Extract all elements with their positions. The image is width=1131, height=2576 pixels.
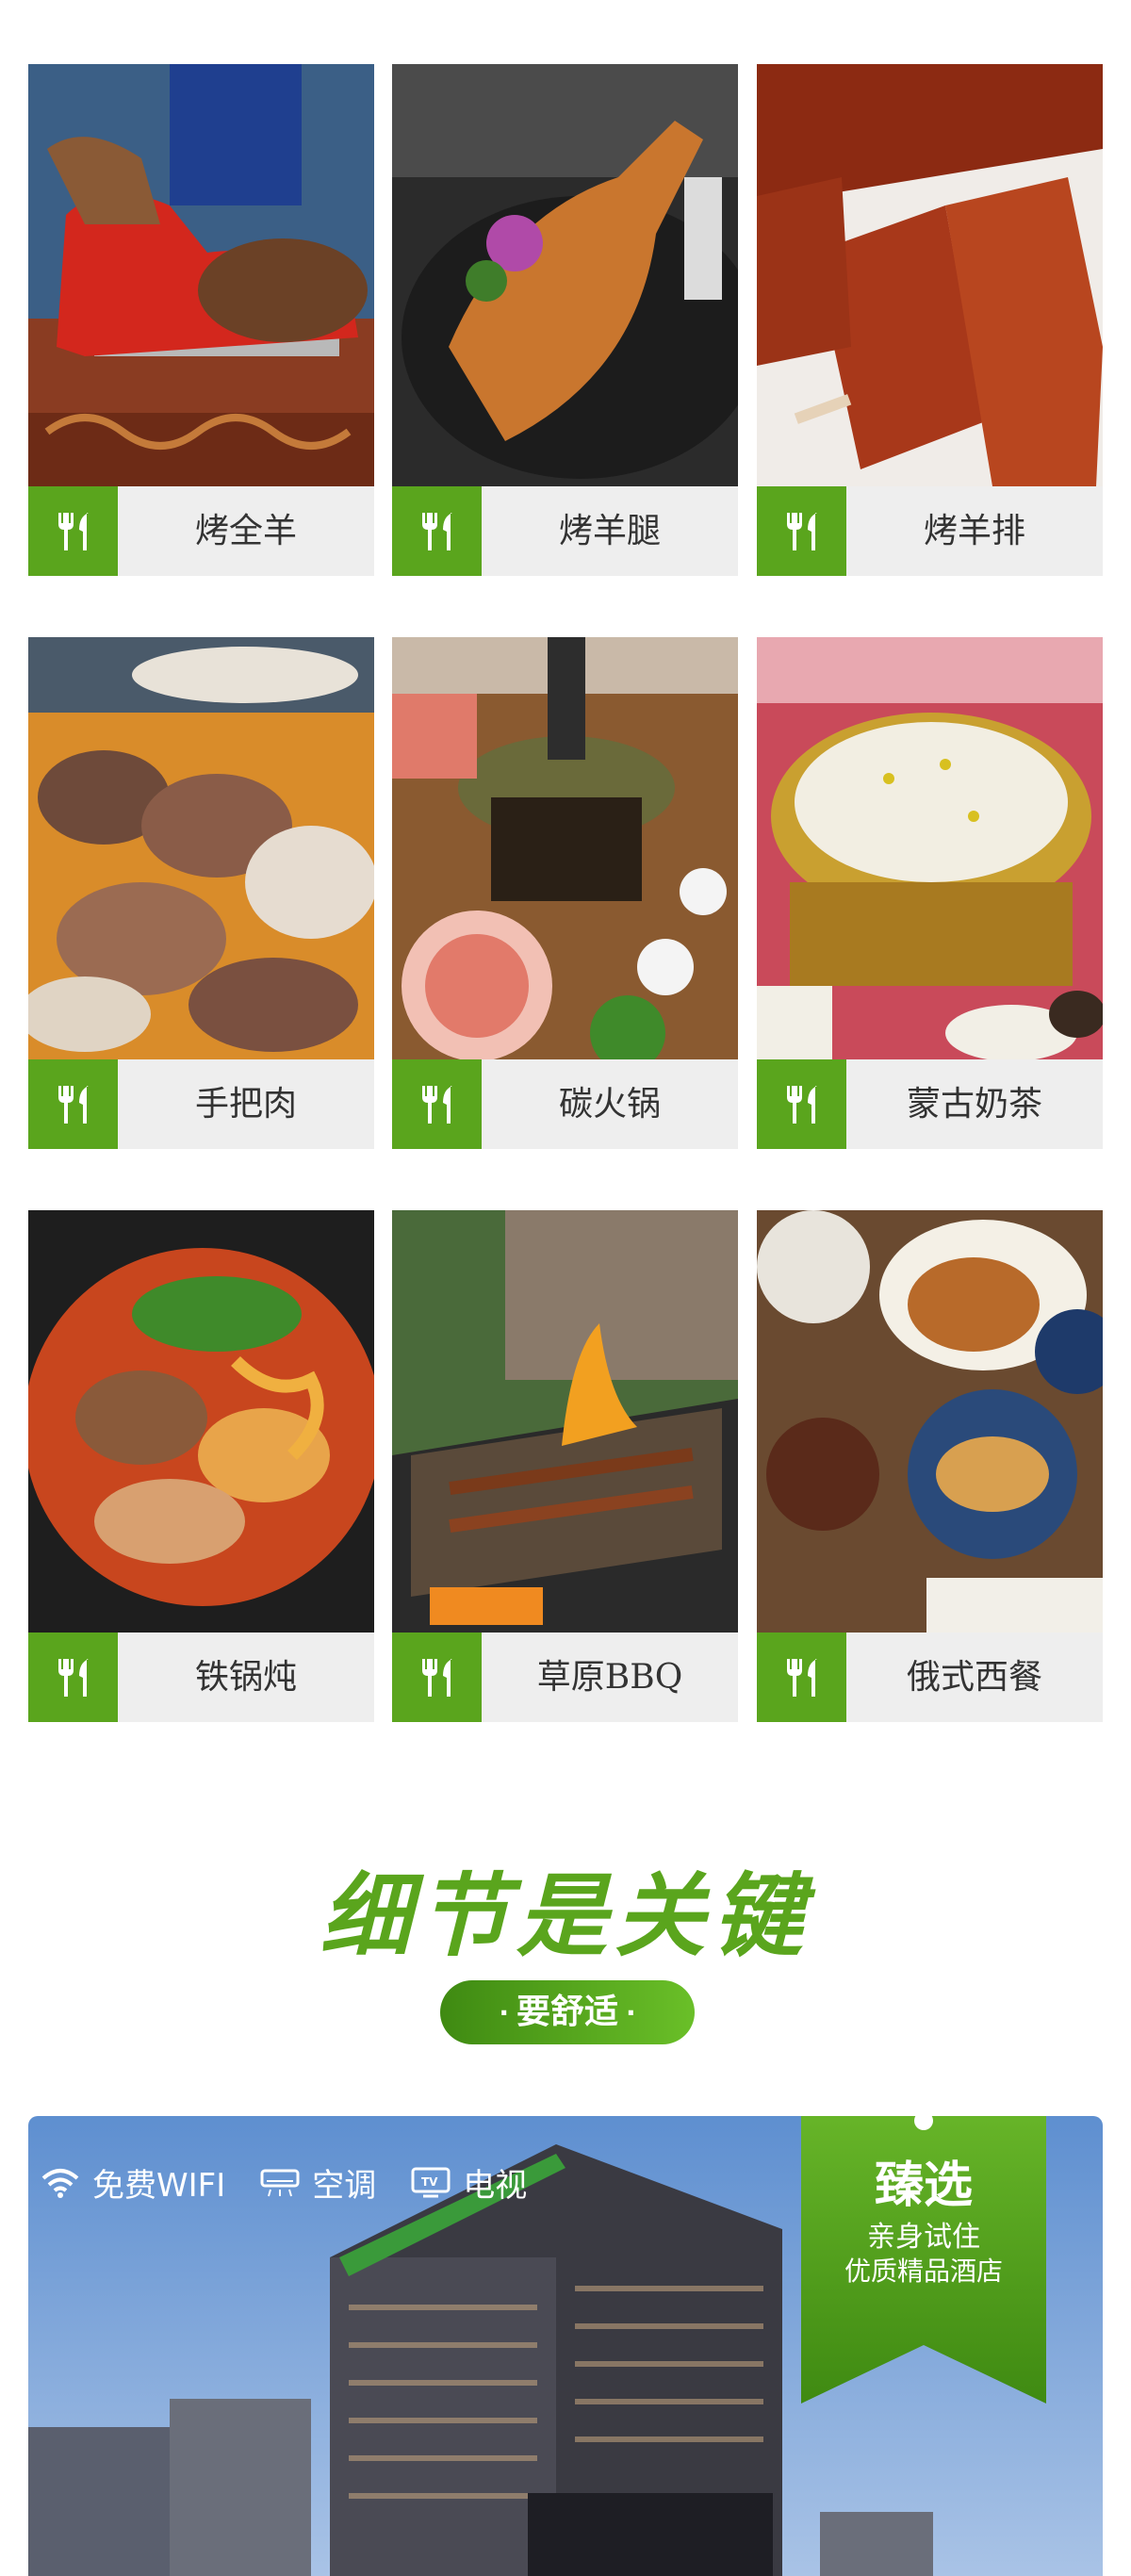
- food-photo: [28, 637, 374, 1059]
- food-name: 俄式西餐: [906, 1658, 1042, 1697]
- pill-dot-right: ·: [626, 1997, 636, 2028]
- amenity-wifi: 免费WIFI: [40, 2159, 225, 2206]
- badge-line1: 亲身试住: [867, 2221, 980, 2254]
- food-name: 草原BBQ: [536, 1658, 683, 1697]
- svg-text:TV: TV: [421, 2175, 438, 2189]
- food-name: 铁锅炖: [194, 1658, 297, 1697]
- badge-line2: 优质精品酒店: [844, 2256, 1003, 2287]
- food-label: 铁锅炖: [28, 1633, 374, 1722]
- food-label: 烤羊排: [757, 486, 1103, 576]
- food-card-mongolian-milk-tea[interactable]: 蒙古奶茶: [757, 637, 1103, 1149]
- food-card-grassland-bbq[interactable]: 草原BBQ: [392, 1210, 738, 1722]
- food-name: 烤羊排: [923, 512, 1025, 550]
- fork-knife-icon: [757, 486, 846, 576]
- food-card-roast-lamb-leg[interactable]: 烤羊腿: [392, 64, 738, 576]
- food-card-roast-lamb-ribs[interactable]: 烤羊排: [757, 64, 1103, 576]
- amenity-tv: TV 电视: [410, 2159, 527, 2206]
- food-name: 碳火锅: [558, 1085, 661, 1124]
- food-photo: [757, 64, 1103, 486]
- food-photo: [392, 1210, 738, 1633]
- fork-knife-icon: [28, 486, 118, 576]
- fork-knife-icon: [392, 1059, 482, 1149]
- food-photo: [392, 637, 738, 1059]
- pill-dot-left: ·: [499, 1997, 509, 2028]
- food-photo: [392, 64, 738, 486]
- food-card-charcoal-hotpot[interactable]: 碳火锅: [392, 637, 738, 1149]
- amenity-label: 电视: [463, 2166, 528, 2205]
- pill-text: 要舒适: [516, 1993, 618, 2031]
- food-label: 手把肉: [28, 1059, 374, 1149]
- comfort-pill: · 要舒适 ·: [440, 1980, 695, 2044]
- badge-title: 臻选: [874, 2158, 973, 2214]
- food-label: 草原BBQ: [392, 1633, 738, 1722]
- food-photo: [28, 64, 374, 486]
- food-label: 碳火锅: [392, 1059, 738, 1149]
- food-label: 烤全羊: [28, 486, 374, 576]
- section-title: 细节是关键: [320, 1863, 811, 1969]
- food-card-roast-whole-lamb[interactable]: 烤全羊: [28, 64, 374, 576]
- food-name: 烤全羊: [194, 512, 297, 550]
- food-card-russian-western-food[interactable]: 俄式西餐: [757, 1210, 1103, 1722]
- fork-knife-icon: [392, 1633, 482, 1722]
- food-photo: [28, 1210, 374, 1633]
- fork-knife-icon: [757, 1059, 846, 1149]
- food-photo: [757, 637, 1103, 1059]
- amenity-list: 免费WIFI 空调 TV 电视: [40, 2158, 561, 2206]
- food-card-iron-pot-stew[interactable]: 铁锅炖: [28, 1210, 374, 1722]
- food-photo: [757, 1210, 1103, 1633]
- food-label: 烤羊腿: [392, 486, 738, 576]
- amenity-label: 空调: [312, 2166, 377, 2205]
- selection-badge: 臻选 亲身试住 优质精品酒店: [801, 2116, 1046, 2404]
- food-name: 手把肉: [194, 1085, 297, 1124]
- hotel-banner: 免费WIFI 空调 TV 电视 臻选 亲身试住 优质精品酒店: [28, 2116, 1103, 2576]
- fork-knife-icon: [28, 1059, 118, 1149]
- amenity-label: 免费WIFI: [92, 2166, 226, 2205]
- food-name: 烤羊腿: [558, 512, 661, 550]
- amenity-air-conditioner: 空调: [259, 2159, 376, 2206]
- food-name: 蒙古奶茶: [906, 1085, 1042, 1124]
- food-card-hand-held-mutton[interactable]: 手把肉: [28, 637, 374, 1149]
- tv-icon: TV: [411, 2167, 451, 2198]
- food-label: 俄式西餐: [757, 1633, 1103, 1722]
- fork-knife-icon: [757, 1633, 846, 1722]
- food-label: 蒙古奶茶: [757, 1059, 1103, 1149]
- wifi-icon: [41, 2169, 79, 2198]
- fork-knife-icon: [392, 486, 482, 576]
- fork-knife-icon: [28, 1633, 118, 1722]
- air-conditioner-icon: [260, 2169, 300, 2197]
